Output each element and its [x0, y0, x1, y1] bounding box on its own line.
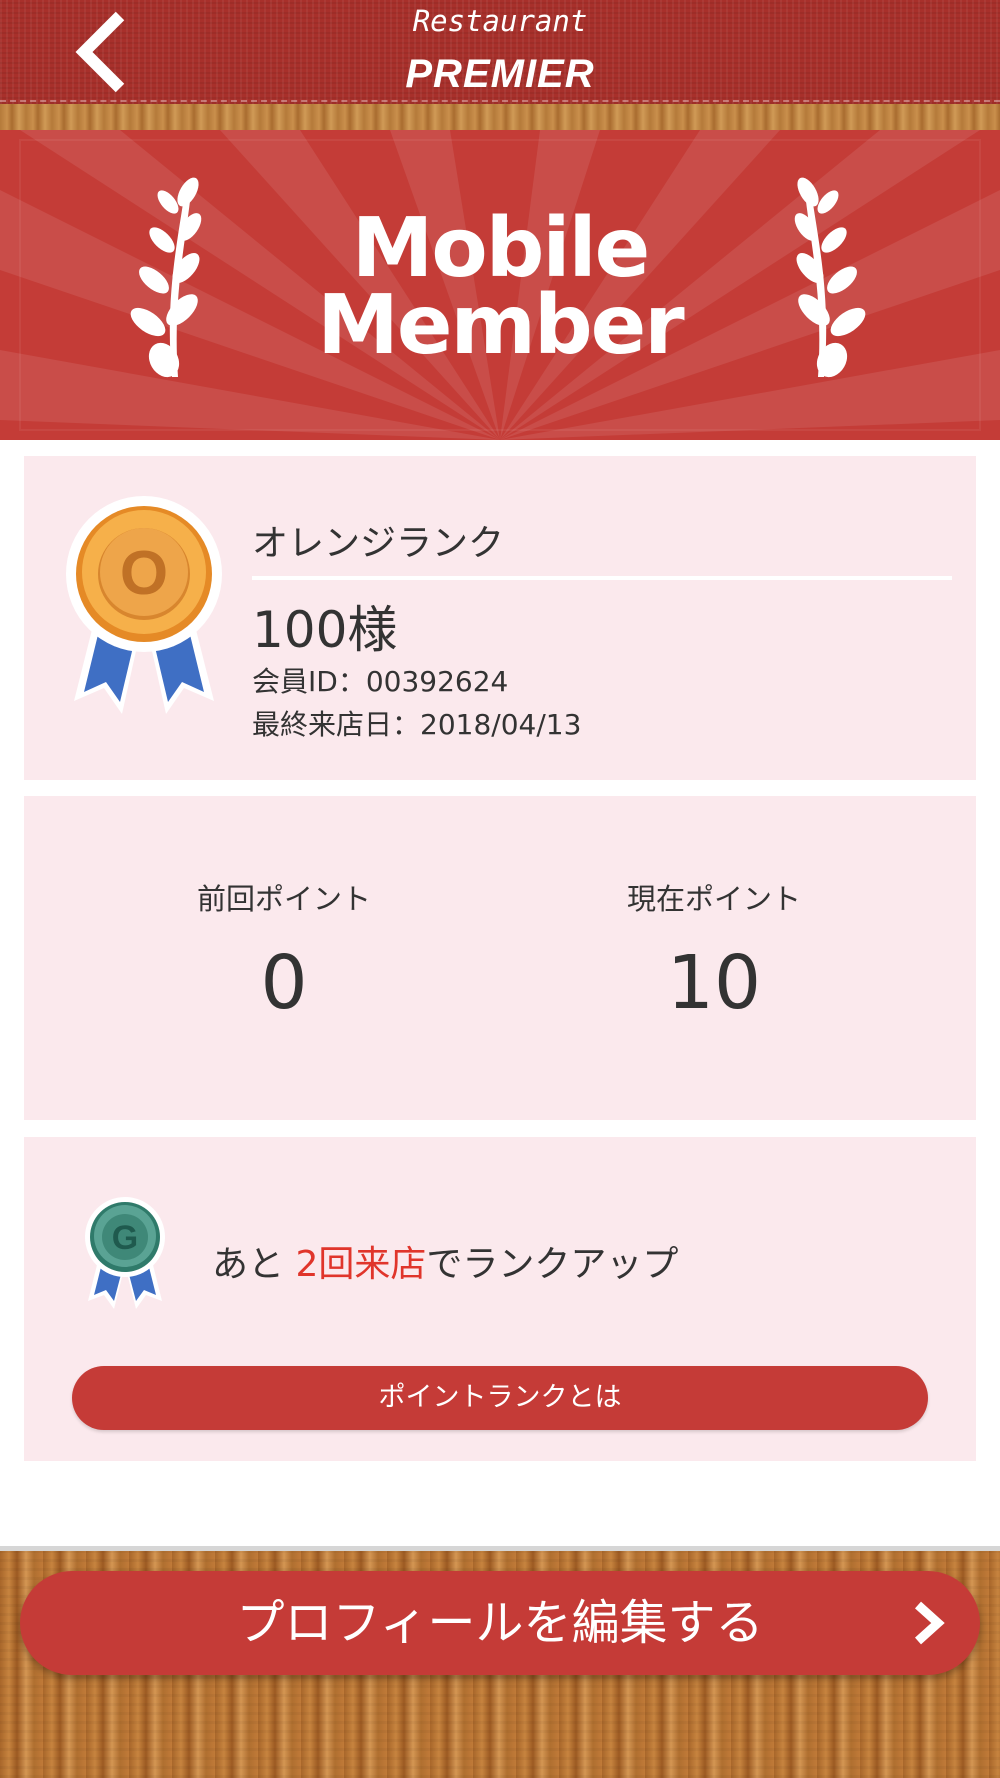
- green-rank-medal-icon: G: [85, 1197, 165, 1309]
- banner-title-line2: Member: [317, 278, 684, 373]
- mobile-member-banner: Mobile Member: [0, 130, 1000, 440]
- rankup-prefix: あと: [212, 1244, 296, 1285]
- current-points-value: 10: [666, 940, 762, 1026]
- rankup-message: あと 2回来店でランクアップ: [212, 1235, 678, 1287]
- rankup-card: G あと 2回来店でランクアップ ポイントランクとは: [24, 1137, 976, 1461]
- app-header: Restaurant PREMIER: [0, 0, 1000, 104]
- rank-name: オレンジランク: [252, 523, 505, 564]
- previous-points-value: 0: [260, 940, 308, 1026]
- current-points: 現在ポイント 10: [514, 876, 914, 1026]
- wood-divider: [0, 104, 1000, 130]
- orange-rank-medal-icon: O: [66, 496, 222, 714]
- chevron-right-icon: [914, 1601, 945, 1645]
- header-subtitle: Restaurant: [412, 4, 588, 38]
- divider: [252, 576, 952, 580]
- current-points-label: 現在ポイント: [626, 882, 801, 916]
- rankup-visits-remaining: 2回来店: [295, 1244, 427, 1285]
- banner-title-line1: Mobile: [351, 201, 650, 296]
- rankup-suffix: でランクアップ: [426, 1244, 679, 1285]
- footer-bar: プロフィールを編集する: [0, 1546, 1000, 1778]
- member-id: 会員ID：00392624: [252, 665, 509, 698]
- member-info-card: O オレンジランク 100様 会員ID：00392624 最終来店日：2018/…: [24, 456, 976, 780]
- previous-points-label: 前回ポイント: [196, 882, 371, 916]
- member-name: 100様: [252, 601, 398, 659]
- edit-profile-label: プロフィールを編集する: [236, 1595, 764, 1651]
- last-visit-date: 最終来店日：2018/04/13: [252, 708, 582, 741]
- point-rank-info-button[interactable]: ポイントランクとは: [72, 1366, 928, 1430]
- medal-letter: O: [120, 539, 168, 608]
- points-card: 前回ポイント 0 現在ポイント 10: [24, 796, 976, 1120]
- header-title: PREMIER: [405, 52, 595, 96]
- previous-points: 前回ポイント 0: [84, 876, 484, 1026]
- edit-profile-button[interactable]: プロフィールを編集する: [20, 1571, 980, 1675]
- next-medal-letter: G: [112, 1219, 138, 1257]
